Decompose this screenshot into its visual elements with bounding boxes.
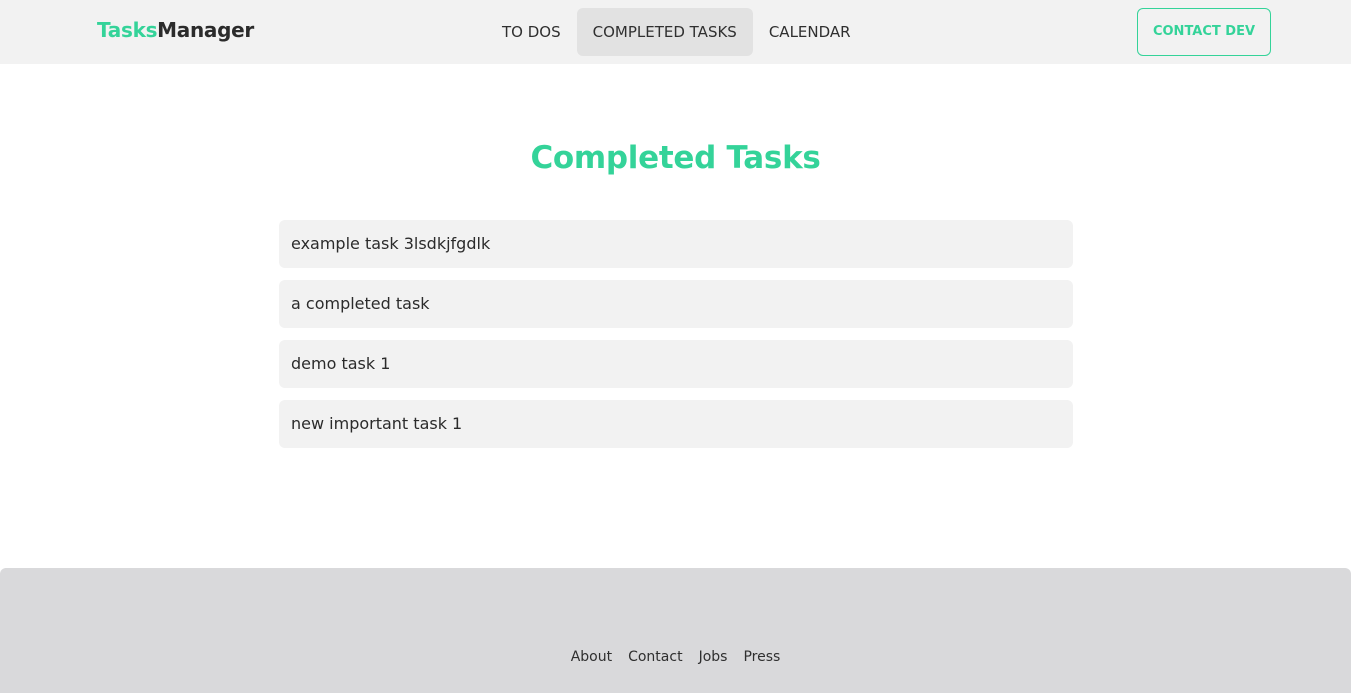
footer-link-contact[interactable]: Contact [628,649,682,665]
footer-link-press[interactable]: Press [743,649,780,665]
page-title: Completed Tasks [530,140,821,176]
task-item[interactable]: a completed task [279,280,1073,328]
task-item[interactable]: new important task 1 [279,400,1073,448]
task-item[interactable]: demo task 1 [279,340,1073,388]
completed-task-list: example task 3lsdkjfgdlk a completed tas… [279,220,1073,460]
main-nav: TO DOS COMPLETED TASKS CALENDAR [486,8,867,56]
task-item[interactable]: example task 3lsdkjfgdlk [279,220,1073,268]
footer-links: About Contact Jobs Press [0,649,1351,665]
top-navbar: TasksManager TO DOS COMPLETED TASKS CALE… [0,0,1351,64]
footer-link-about[interactable]: About [571,649,612,665]
brand-name-main: Manager [157,18,254,42]
nav-item-completed-tasks[interactable]: COMPLETED TASKS [576,8,753,56]
brand-name-accent: Tasks [97,18,158,42]
nav-item-todos[interactable]: TO DOS [486,8,577,56]
nav-item-calendar[interactable]: CALENDAR [753,8,867,56]
contact-dev-button[interactable]: CONTACT DEV [1137,8,1271,56]
footer-link-jobs[interactable]: Jobs [699,649,728,665]
brand-logo[interactable]: TasksManager [97,18,254,42]
page-footer: About Contact Jobs Press [0,568,1351,693]
